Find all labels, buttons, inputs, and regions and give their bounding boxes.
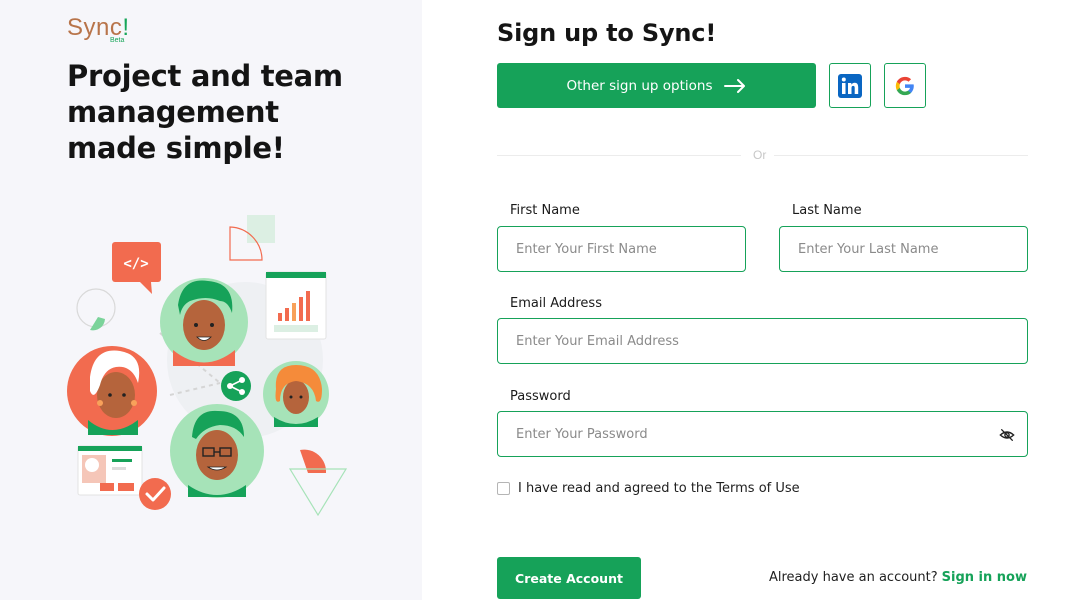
svg-text:</>: </> bbox=[123, 256, 148, 272]
last-name-input[interactable] bbox=[780, 227, 1027, 271]
code-bubble: </> bbox=[112, 242, 161, 294]
hero-headline: Project and team management made simple! bbox=[67, 59, 343, 165]
other-signup-options-label: Other sign up options bbox=[566, 77, 713, 94]
terms-agreement: I have read and agreed to the Terms of U… bbox=[497, 481, 800, 496]
last-name-field bbox=[779, 226, 1028, 272]
sync-logo: Sync! Beta bbox=[67, 16, 130, 45]
terms-label: I have read and agreed to the Terms of U… bbox=[518, 481, 800, 496]
avatar-right-person bbox=[263, 361, 329, 427]
other-signup-options-button[interactable]: Other sign up options bbox=[497, 63, 816, 108]
first-name-input[interactable] bbox=[498, 227, 745, 271]
password-label: Password bbox=[510, 389, 571, 404]
avatar-bottom-person bbox=[170, 404, 264, 498]
deco-square bbox=[247, 215, 275, 243]
email-field bbox=[497, 318, 1028, 364]
eye-off-icon[interactable] bbox=[999, 427, 1015, 443]
google-icon bbox=[895, 76, 914, 95]
left-panel: Sync! Beta Project and team management m… bbox=[0, 0, 422, 600]
dashboard-card bbox=[77, 445, 143, 496]
deco-triangle bbox=[288, 468, 348, 517]
signin-prompt: Already have an account? Sign in now bbox=[769, 570, 1027, 585]
google-signup-button[interactable] bbox=[884, 63, 926, 108]
divider-text: Or bbox=[753, 148, 767, 162]
password-input[interactable] bbox=[498, 412, 1027, 456]
form-title: Sign up to Sync! bbox=[497, 19, 717, 47]
password-field bbox=[497, 411, 1028, 457]
logo-beta-badge: Beta bbox=[110, 37, 125, 44]
team-collaboration-illustration: </> bbox=[67, 215, 348, 517]
arrow-right-icon bbox=[724, 78, 746, 93]
avatar-top-person bbox=[160, 278, 248, 366]
share-icon bbox=[221, 371, 251, 401]
first-name-field bbox=[497, 226, 746, 272]
linkedin-signup-button[interactable] bbox=[829, 63, 871, 108]
deco-green-arc bbox=[90, 317, 105, 331]
last-name-label: Last Name bbox=[792, 203, 862, 218]
signup-form-panel: Sign up to Sync! Other sign up options O… bbox=[422, 0, 1091, 600]
avatar-left-person bbox=[67, 346, 157, 436]
signin-prompt-text: Already have an account? bbox=[768, 570, 938, 585]
email-label: Email Address bbox=[510, 296, 602, 311]
sign-in-link[interactable]: Sign in now bbox=[942, 570, 1027, 585]
email-input[interactable] bbox=[498, 319, 1027, 363]
create-account-button[interactable]: Create Account bbox=[497, 557, 641, 599]
first-name-label: First Name bbox=[510, 203, 580, 218]
check-badge-icon bbox=[139, 478, 171, 510]
or-divider: Or bbox=[497, 147, 1028, 163]
chart-window bbox=[265, 271, 327, 340]
terms-checkbox[interactable] bbox=[497, 482, 510, 495]
linkedin-icon bbox=[838, 73, 862, 98]
